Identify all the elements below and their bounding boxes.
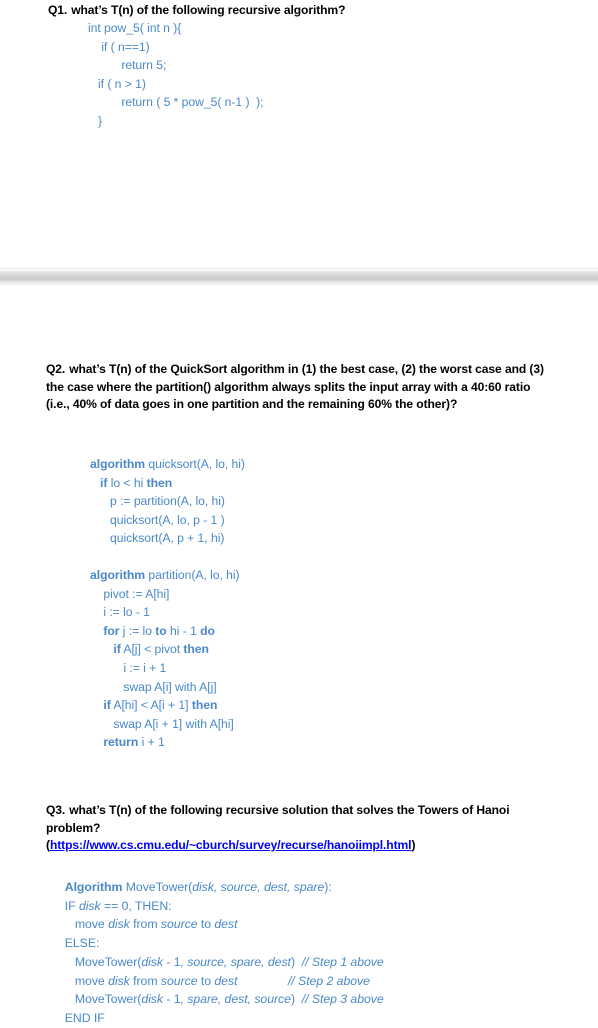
q2-code-block-partition: algorithm partition(A, lo, hi) pivot := …	[90, 568, 240, 750]
page-break-separator	[0, 268, 598, 285]
question-1-heading: Q1. what’s T(n) of the following recursiv…	[48, 2, 345, 20]
question-2-heading: Q2. what’s T(n) of the QuickSort algorith…	[46, 361, 556, 414]
question-3-link-line: (https://www.cs.cmu.edu/~cburch/survey/r…	[46, 837, 576, 855]
q1-code-block-pow5: int pow_5( int n ){ if ( n==1) return 5;…	[88, 21, 264, 128]
question-3-heading: Q3. what’s T(n) of the following recursiv…	[46, 802, 556, 837]
question-3-number: Q3.	[46, 803, 66, 817]
question-1-prompt: what’s T(n) of the following recursive a…	[71, 3, 346, 17]
q2-code-block-quicksort: algorithm quicksort(A, lo, hi) if lo < h…	[90, 457, 245, 546]
document-page: Q1. what’s T(n) of the following recursiv…	[0, 0, 598, 1025]
question-1-number: Q1.	[48, 3, 68, 17]
question-3-prompt: what’s T(n) of the following recursive s…	[46, 803, 510, 835]
question-2-number: Q2.	[46, 362, 66, 376]
question-2-prompt: what’s T(n) of the QuickSort algorithm i…	[46, 362, 544, 412]
q3-code-block-movetower: Algorithm MoveTower(disk, source, dest, …	[58, 880, 384, 1025]
hanoi-reference-link[interactable]: https://www.cs.cmu.edu/~cburch/survey/re…	[50, 838, 412, 852]
link-close-paren: )	[411, 838, 416, 852]
